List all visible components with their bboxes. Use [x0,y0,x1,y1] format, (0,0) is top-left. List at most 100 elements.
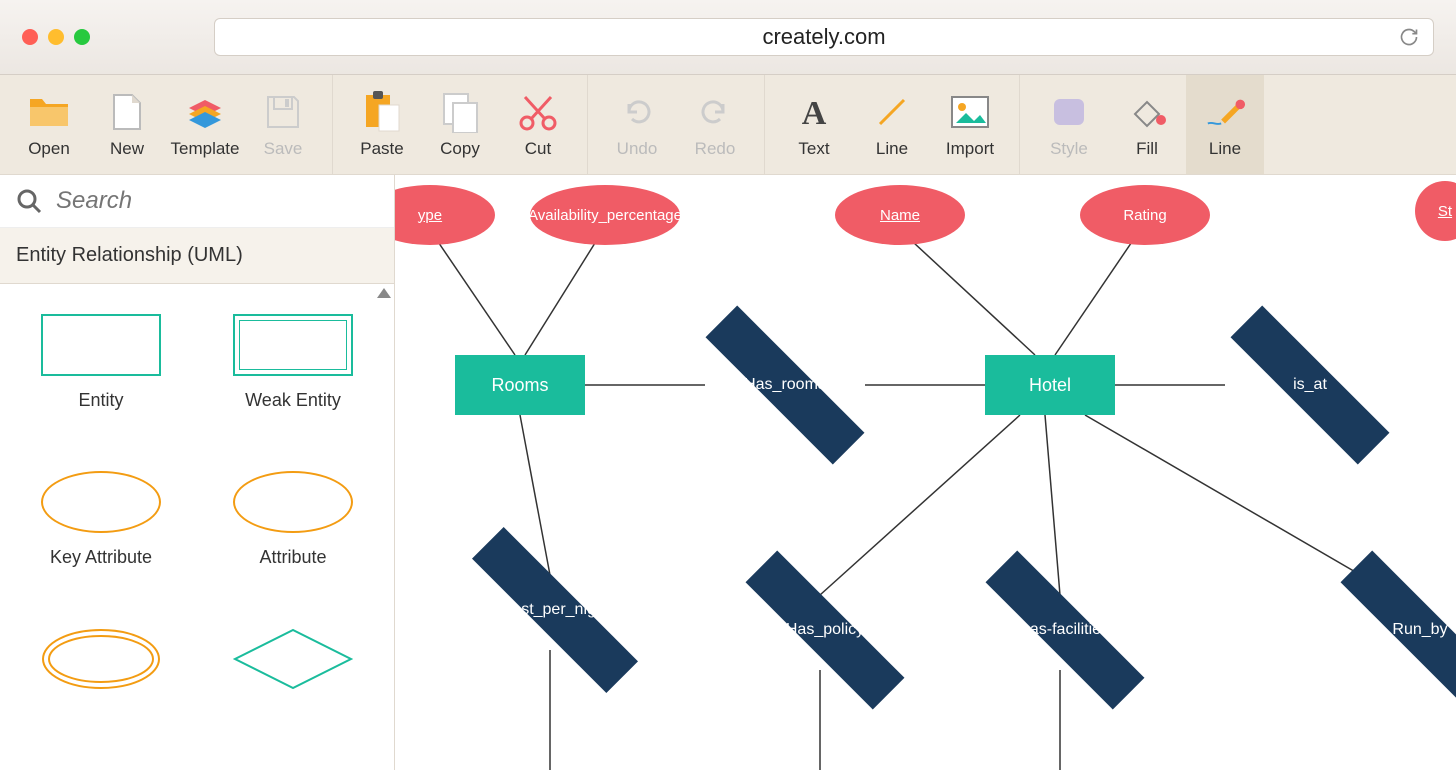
shape-weak-entity[interactable]: Weak Entity [202,304,384,421]
rel-cost-per-night-label: Cost_per_night [501,601,610,619]
copy-button[interactable]: Copy [421,75,499,174]
copy-label: Copy [440,139,480,159]
style-label: Style [1050,139,1088,159]
cut-label: Cut [525,139,551,159]
rel-has-policy[interactable]: Has_policy [735,590,915,670]
import-label: Import [946,139,994,159]
shape-key-attribute[interactable]: Key Attribute [10,461,192,578]
text-button[interactable]: A Text [775,75,853,174]
entity-hotel-label: Hotel [1029,375,1071,396]
save-icon [262,91,304,133]
save-label: Save [264,139,303,159]
relationship-shape-icon [233,628,353,690]
rel-has-facilities[interactable]: has-facilities [975,590,1155,670]
shape-entity[interactable]: Entity [10,304,192,421]
redo-icon [694,91,736,133]
browser-chrome: creately.com [0,0,1456,75]
address-bar-url: creately.com [762,24,885,50]
library-header[interactable]: Entity Relationship (UML) [0,228,394,284]
multivalued-shape-icon [41,628,161,690]
rel-is-at-label: is_at [1293,376,1327,394]
paste-label: Paste [360,139,403,159]
style-icon [1048,91,1090,133]
pencil-line-icon [1204,91,1246,133]
window-controls [22,29,90,45]
copy-icon [439,91,481,133]
paint-bucket-icon [1126,91,1168,133]
shape-weak-entity-label: Weak Entity [245,390,341,411]
search-icon [16,188,42,214]
undo-label: Undo [617,139,658,159]
shape-relationship[interactable] [202,618,384,700]
rel-run-by-label: Run_by [1392,621,1447,639]
rel-has-rooms-label: Has_rooms [744,376,826,394]
clipboard-icon [361,91,403,133]
weak-entity-shape-icon [233,314,353,376]
undo-icon [616,91,658,133]
cut-button[interactable]: Cut [499,75,577,174]
redo-button[interactable]: Redo [676,75,754,174]
redo-label: Redo [695,139,736,159]
new-label: New [110,139,144,159]
attr-rating[interactable]: Rating [1080,185,1210,245]
attr-name[interactable]: Name [835,185,965,245]
folder-icon [28,91,70,133]
open-button[interactable]: Open [10,75,88,174]
attr-type-label: ype [418,207,442,224]
rel-is-at[interactable]: is_at [1220,345,1400,425]
rel-run-by[interactable]: Run_by [1330,590,1456,670]
address-bar[interactable]: creately.com [214,18,1434,56]
shape-attribute[interactable]: Attribute [202,461,384,578]
line-icon [871,91,913,133]
library-title: Entity Relationship (UML) [16,244,243,267]
attr-st-label: St [1438,203,1452,220]
shape-attribute-label: Attribute [259,547,326,568]
attribute-shape-icon [233,471,353,533]
template-label: Template [171,139,240,159]
attr-name-label: Name [880,207,920,224]
layers-icon [184,91,226,133]
diagram-canvas[interactable]: ype Availability_percentage Name Rating … [395,175,1456,770]
connectors [395,175,1456,770]
rel-cost-per-night[interactable]: Cost_per_night [460,570,650,650]
template-button[interactable]: Template [166,75,244,174]
rel-has-facilities-label: has-facilities [1021,621,1109,639]
text-label: Text [798,139,829,159]
minimize-window-button[interactable] [48,29,64,45]
line-draw-button[interactable]: Line [853,75,931,174]
rel-has-rooms[interactable]: Has_rooms [695,345,875,425]
close-window-button[interactable] [22,29,38,45]
style-button[interactable]: Style [1030,75,1108,174]
fill-button[interactable]: Fill [1108,75,1186,174]
entity-shape-icon [41,314,161,376]
shape-multivalued-attribute[interactable] [10,618,192,700]
paste-button[interactable]: Paste [343,75,421,174]
entity-rooms[interactable]: Rooms [455,355,585,415]
line-draw-label: Line [876,139,908,159]
attr-rating-label: Rating [1123,207,1166,224]
entity-rooms-label: Rooms [491,375,548,396]
shape-panel: Entity Relationship (UML) Entity Weak En… [0,175,395,770]
toolbar: Open New Template Save Paste [0,75,1456,175]
document-icon [106,91,148,133]
new-button[interactable]: New [88,75,166,174]
attr-st[interactable]: St [1415,181,1456,241]
search-row [0,175,394,228]
attr-availability-label: Availability_percentage [528,207,682,224]
attr-type[interactable]: ype [395,185,495,245]
save-button[interactable]: Save [244,75,322,174]
text-icon: A [793,91,835,133]
search-input[interactable] [56,187,378,215]
line-style-label: Line [1209,139,1241,159]
shape-entity-label: Entity [78,390,123,411]
scissors-icon [517,91,559,133]
import-button[interactable]: Import [931,75,1009,174]
reload-icon[interactable] [1399,27,1419,47]
maximize-window-button[interactable] [74,29,90,45]
undo-button[interactable]: Undo [598,75,676,174]
rel-has-policy-label: Has_policy [786,621,864,639]
attr-availability[interactable]: Availability_percentage [530,185,680,245]
line-style-button[interactable]: Line [1186,75,1264,174]
entity-hotel[interactable]: Hotel [985,355,1115,415]
scroll-up-icon[interactable] [377,288,391,298]
